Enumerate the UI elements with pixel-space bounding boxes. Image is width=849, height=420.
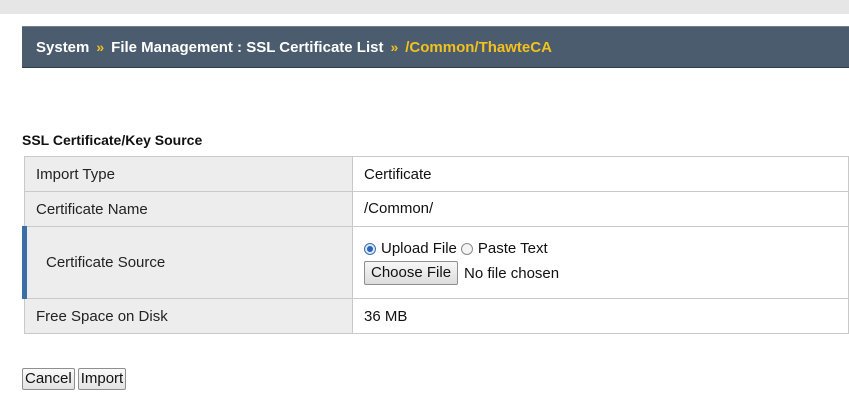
paste-text-label[interactable]: Paste Text [478, 240, 548, 257]
certificate-name-value: /Common/ [364, 199, 434, 217]
breadcrumb-item-system[interactable]: System [36, 39, 89, 56]
certificate-name-label: Certificate Name [24, 191, 353, 227]
certificate-source-cell: Upload File Paste Text Choose File No fi… [352, 226, 849, 299]
import-type-value: Certificate [352, 156, 849, 192]
redacted-block [433, 199, 510, 219]
file-picker: Choose File No file chosen [364, 261, 848, 285]
upload-file-radio[interactable] [364, 242, 376, 255]
cancel-button[interactable]: Cancel [22, 368, 75, 390]
free-space-label: Free Space on Disk [24, 298, 353, 334]
breadcrumb-separator: » [390, 39, 399, 55]
top-strip [0, 0, 849, 14]
certificate-source-label: Certificate Source [22, 226, 353, 299]
row-free-space: Free Space on Disk 36 MB [24, 298, 849, 334]
paste-text-radio[interactable] [460, 242, 473, 255]
import-button[interactable]: Import [77, 368, 127, 390]
row-certificate-source: Certificate Source Upload File Paste Tex… [22, 226, 849, 299]
certificate-name-cell: /Common/ [352, 191, 849, 227]
upload-file-label[interactable]: Upload File [381, 240, 457, 257]
breadcrumb-separator: » [96, 39, 105, 55]
properties-table: Import Type Certificate Certificate Name… [22, 156, 849, 334]
row-certificate-name: Certificate Name /Common/ [24, 191, 849, 227]
import-type-label: Import Type [24, 156, 353, 192]
row-import-type: Import Type Certificate [24, 156, 849, 192]
breadcrumb: System » File Management : SSL Certifica… [22, 26, 849, 68]
section-title: SSL Certificate/Key Source [22, 132, 203, 148]
choose-file-button[interactable]: Choose File [364, 261, 459, 285]
file-status: No file chosen [464, 264, 560, 282]
form-actions: Cancel Import [22, 368, 129, 390]
source-radio-group: Upload File Paste Text [364, 240, 848, 257]
breadcrumb-item-ssl-certificate-list[interactable]: File Management : SSL Certificate List [111, 39, 383, 56]
free-space-value: 36 MB [352, 298, 849, 334]
breadcrumb-current: /Common/ThawteCA [405, 38, 552, 56]
